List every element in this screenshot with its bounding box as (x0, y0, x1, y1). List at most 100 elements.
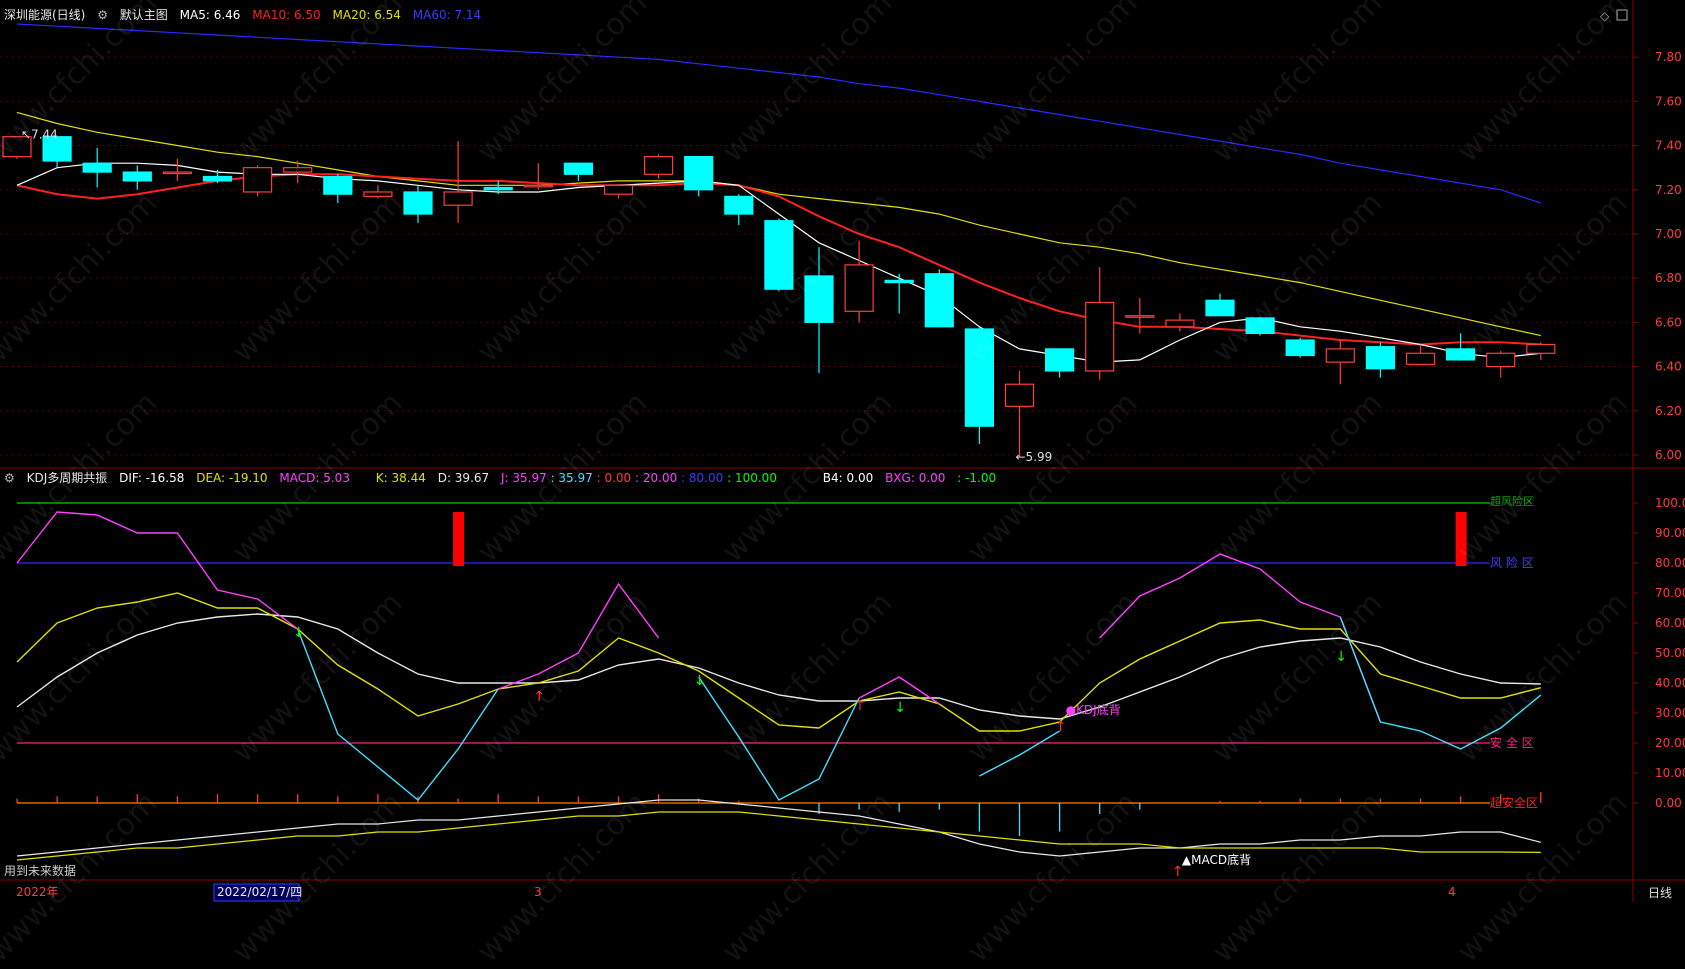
k-readout: K: 38.44 (375, 471, 426, 485)
candle-body (1085, 301, 1115, 372)
b4-readout: B4: 0.00 (822, 471, 874, 485)
signal-arrow: ↓ (293, 625, 305, 641)
price-tick-label: 7.20 (1655, 183, 1682, 197)
candle-body (1205, 299, 1235, 317)
indicator-tick-label: 80.00 (1655, 556, 1685, 570)
candle-body (283, 167, 313, 173)
dea-readout: DEA: -19.10 (196, 471, 268, 485)
candle-body (764, 220, 794, 290)
candle-body (1445, 348, 1476, 361)
zone-label-risk: 风 险 区 (1490, 555, 1534, 570)
candle-body (82, 162, 112, 173)
candle-body (643, 156, 674, 175)
candle-body (443, 191, 473, 206)
x-label-year: 2022年 (16, 885, 59, 899)
main-chart-header: 深圳能源(日线) ⚙ 默认主图 MA5: 6.46 MA10: 6.50 MA2… (4, 6, 489, 23)
signal-arrow: ↑ (1172, 864, 1184, 880)
zone-label-safe: 安 全 区 (1490, 735, 1534, 750)
indicator-tick-label: 70.00 (1655, 586, 1685, 600)
indicator-tick-label: 90.00 (1655, 526, 1685, 540)
ma5-readout: MA5: 6.46 (179, 8, 241, 22)
signal-bar (1455, 512, 1467, 566)
ma10-readout: MA10: 6.50 (252, 8, 321, 22)
level100-readout: : 100.00 (727, 471, 777, 485)
candle-body (1165, 319, 1195, 328)
price-tick-label: 6.00 (1655, 448, 1682, 462)
j2-readout: : 35.97 (550, 471, 593, 485)
price-tick-label: 6.80 (1655, 271, 1682, 285)
indicator-tick-label: 40.00 (1655, 676, 1685, 690)
candle-body (122, 171, 152, 182)
d-readout: D: 39.67 (437, 471, 490, 485)
candle-body (844, 264, 874, 312)
price-tick-label: 6.60 (1655, 315, 1682, 329)
candle-body (924, 273, 954, 328)
gear-icon[interactable]: ⚙ (97, 8, 108, 22)
x-label-march: 3 (534, 885, 542, 899)
candle-body (1044, 348, 1075, 372)
macd-readout: MACD: 5.03 (279, 471, 350, 485)
gear-icon[interactable]: ⚙ (4, 471, 15, 485)
candle-body (1325, 348, 1355, 363)
candle-body (1526, 343, 1556, 354)
level0-readout: : 0.00 (596, 471, 632, 485)
diamond-icon: ◇ (1600, 9, 1610, 23)
candle-body (202, 175, 233, 182)
ma20-readout: MA20: 6.54 (332, 8, 401, 22)
candle-body (603, 184, 634, 195)
candle-body (1245, 317, 1275, 334)
candle-body (1285, 339, 1315, 357)
indicator-tick-label: 20.00 (1655, 736, 1685, 750)
candle-body (884, 279, 914, 284)
template-name[interactable]: 默认主图 (120, 8, 168, 22)
indicator-tick-label: 100.00 (1655, 496, 1685, 510)
candle-body (243, 167, 273, 193)
candle-body (1365, 346, 1396, 370)
j-readout: J: 35.97 (500, 471, 547, 485)
kdj-divergence-label: ●KDJ底背 (1066, 702, 1121, 717)
signal-bar (453, 512, 465, 566)
sub-chart-header: ⚙ KDJ多周期共振 DIF: -16.58 DEA: -19.10 MACD:… (4, 469, 1004, 486)
high-price-label: ↖7.44 (21, 128, 58, 142)
price-tick-label: 7.00 (1655, 227, 1682, 241)
price-tick-label: 7.60 (1655, 94, 1682, 108)
macd-divergence-label: ▲MACD底背 (1182, 852, 1251, 867)
candle-body (1125, 315, 1155, 318)
candle-body (724, 195, 754, 215)
level80-readout: : 80.00 (681, 471, 724, 485)
indicator-title[interactable]: KDJ多周期共振 (27, 471, 108, 485)
signal-arrow: ↓ (694, 673, 706, 689)
candle-body (323, 175, 353, 195)
background (0, 0, 1685, 902)
ma60-readout: MA60: 7.14 (412, 8, 482, 22)
indicator-tick-label: 0.00 (1655, 796, 1682, 810)
price-tick-label: 7.80 (1655, 50, 1682, 64)
future-data-note: 用到未来数据 (4, 863, 76, 878)
signal-arrow: ↑ (533, 689, 545, 705)
candle-body (1405, 352, 1436, 365)
candle-body (563, 162, 594, 175)
candle-body (483, 186, 513, 191)
candle-body (804, 275, 834, 323)
signal-arrow: ↓ (894, 700, 906, 716)
candle-body (1004, 383, 1035, 407)
zone-label-top: 超风险区 (1490, 494, 1534, 508)
candle-body (684, 156, 714, 191)
indicator-tick-label: 30.00 (1655, 706, 1685, 720)
candle-body (162, 171, 192, 175)
indicator-tick-label: 50.00 (1655, 646, 1685, 660)
level20-readout: : 20.00 (635, 471, 678, 485)
indicator-tick-label: 10.00 (1655, 766, 1685, 780)
signal-arrow: ↑ (1055, 719, 1067, 735)
zone-label-super-safe: 超安全区 (1490, 795, 1538, 810)
bxg-readout: BXG: 0.00 (885, 471, 946, 485)
signal-arrow: ↑ (854, 698, 866, 714)
x-label-date: 2022/02/17/四 (217, 885, 302, 899)
stock-title[interactable]: 深圳能源(日线) (4, 8, 85, 22)
stock-chart[interactable]: 6.00 6.20 6.40 6.60 6.80 7.00 7.20 7.40 7.60 7.80… (0, 0, 1685, 902)
low-price-label: ←5.99 (1016, 450, 1053, 464)
indicator-tick-label: 60.00 (1655, 616, 1685, 630)
candle-body (363, 191, 393, 197)
dif-readout: DIF: -16.58 (119, 471, 185, 485)
candle-body (964, 328, 995, 427)
